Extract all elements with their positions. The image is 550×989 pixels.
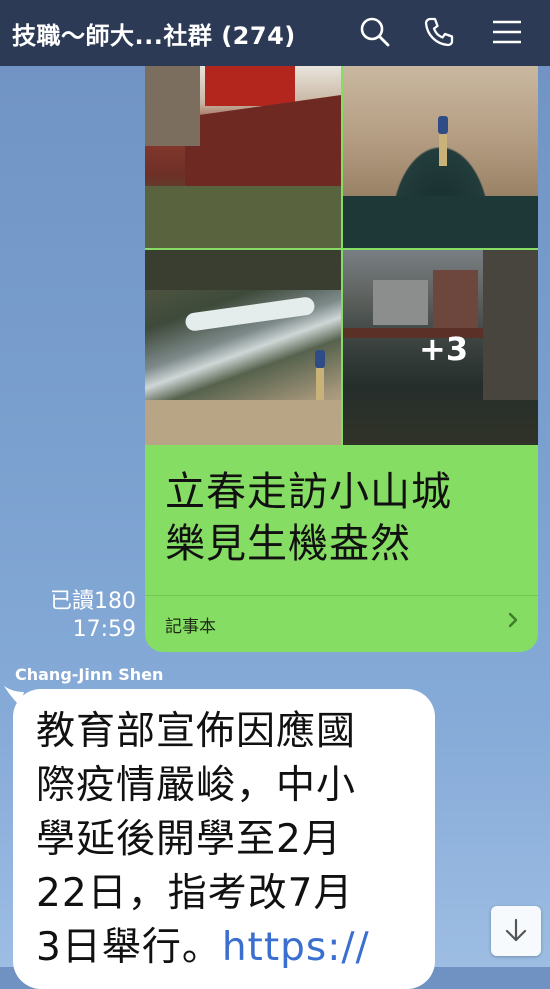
incoming-message-text: 教育部宣佈因應國 際疫情嚴峻，中小 學延後開學至2月 22日，指考改7月 3日舉… [36,705,416,975]
message-line: 教育部宣佈因應國 [36,709,357,754]
phone-icon[interactable] [421,14,457,50]
chat-header: 技職～師大...社群 (274) [0,0,550,66]
chat-title[interactable]: 技職～師大...社群 (274) [12,16,296,51]
message-line: 學延後開學至2月 [36,817,342,862]
album-caption: 立春走訪小山城 樂見生機盎然 [165,466,452,570]
album-photo[interactable] [343,66,538,248]
album-message-bubble[interactable]: +3 立春走訪小山城 樂見生機盎然 記事本 [145,66,538,652]
scroll-to-bottom-button[interactable] [491,906,541,956]
message-link[interactable]: https:// [222,925,370,970]
search-icon[interactable] [357,14,393,50]
album-photo[interactable] [145,66,341,248]
read-count: 已讀180 [50,589,136,614]
arrow-down-icon [505,918,527,942]
sender-name[interactable]: Chang-Jinn Shen [15,665,163,684]
message-time: 17:59 [72,617,136,642]
album-photo[interactable] [145,250,341,445]
message-meta: 已讀180 17:59 [50,588,136,644]
more-photos-count[interactable]: +3 [419,330,468,368]
message-text-segment: 3日舉行。 [36,925,222,970]
chevron-right-icon[interactable] [506,610,520,630]
album-caption-line: 立春走訪小山城 [165,469,452,515]
divider [145,595,538,596]
notes-link-label[interactable]: 記事本 [165,612,216,637]
menu-icon[interactable] [489,14,525,50]
message-line: 際疫情嚴峻，中小 [36,763,357,808]
album-caption-line: 樂見生機盎然 [165,521,411,567]
message-line: 22日，指考改7月 [36,871,354,916]
